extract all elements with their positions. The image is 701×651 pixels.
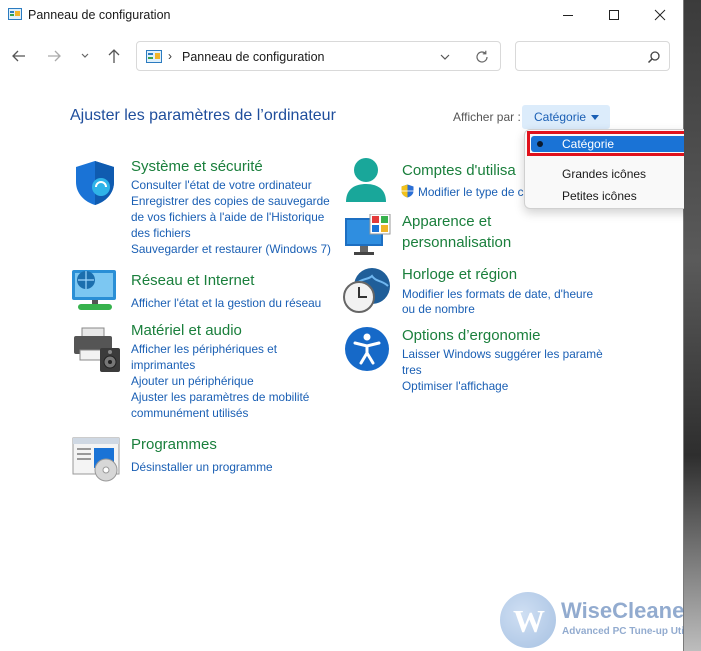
minimize-button[interactable] <box>545 0 591 30</box>
menu-item-small-icons[interactable]: Petites icônes <box>562 189 637 203</box>
category-link[interactable]: de vos fichiers à l'aide de l'Historique <box>131 209 324 225</box>
up-button[interactable] <box>104 46 124 66</box>
category-link[interactable]: Laisser Windows suggérer les paramè <box>402 346 603 362</box>
programs-disc-icon[interactable] <box>72 436 122 482</box>
arrow-up-icon <box>108 49 120 63</box>
category-title[interactable]: Réseau et Internet <box>131 271 254 291</box>
category-title-line[interactable]: Apparence et <box>402 212 491 232</box>
address-bar[interactable]: › Panneau de configuration <box>136 41 501 71</box>
arrow-left-icon <box>12 50 25 62</box>
category-link[interactable]: imprimantes <box>131 357 195 373</box>
category-link[interactable]: communément utilisés <box>131 405 248 421</box>
category-link[interactable]: ou de nombre <box>402 301 475 317</box>
close-icon <box>654 9 666 21</box>
category-title[interactable]: Comptes d'utilisa <box>402 161 516 181</box>
network-globe-icon[interactable] <box>70 266 120 316</box>
category-link[interactable]: Ajouter un périphérique <box>131 373 254 389</box>
category-link[interactable]: Afficher l'état et la gestion du réseau <box>131 295 321 311</box>
watermark-letter: W <box>513 603 545 639</box>
category-link[interactable]: Modifier les formats de date, d'heure <box>402 286 593 302</box>
category-link[interactable]: Ajuster les paramètres de mobilité <box>131 389 309 405</box>
category-title-line[interactable]: personnalisation <box>402 233 511 253</box>
annotation-highlight-box <box>527 131 697 156</box>
category-link[interactable]: Modifier le type de c <box>418 184 524 200</box>
category-title[interactable]: Système et sécurité <box>131 157 263 177</box>
forward-button[interactable] <box>44 46 64 66</box>
category-title[interactable]: Horloge et région <box>402 265 517 285</box>
breadcrumb-separator: › <box>168 49 172 63</box>
refresh-icon[interactable] <box>474 49 490 65</box>
watermark-tagline: Advanced PC Tune-up Utilit <box>562 626 693 637</box>
control-panel-icon <box>146 50 162 63</box>
accessibility-icon[interactable] <box>344 326 390 372</box>
category-link[interactable]: des fichiers <box>131 225 191 241</box>
shield-icon[interactable] <box>73 160 117 206</box>
view-by-value: Catégorie <box>534 110 587 124</box>
category-link[interactable]: Sauvegarder et restaurer (Windows 7) <box>131 241 331 257</box>
user-account-icon[interactable] <box>344 156 388 204</box>
watermark-name: WiseCleane <box>561 598 685 623</box>
appearance-monitor-icon[interactable] <box>344 214 392 258</box>
control-panel-app-icon <box>8 8 22 20</box>
category-title[interactable]: Programmes <box>131 435 217 455</box>
title-bar: Panneau de configuration <box>0 0 683 30</box>
desktop-background <box>684 0 701 651</box>
search-box[interactable] <box>515 41 670 71</box>
menu-item-large-icons[interactable]: Grandes icônes <box>562 167 646 181</box>
uac-shield-icon <box>401 184 414 198</box>
search-icon <box>647 51 660 64</box>
category-link[interactable]: Enregistrer des copies de sauvegarde <box>131 193 330 209</box>
dropdown-triangle-icon <box>591 115 599 120</box>
minimize-icon <box>563 15 573 16</box>
view-by-dropdown[interactable]: Catégorie <box>522 105 610 129</box>
window-title: Panneau de configuration <box>28 8 171 22</box>
view-by-label: Afficher par : <box>453 110 521 124</box>
control-panel-window: Panneau de configuration › Panneau de co… <box>0 0 699 651</box>
breadcrumb-control-panel[interactable]: Panneau de configuration <box>182 50 324 64</box>
category-link[interactable]: Afficher les périphériques et <box>131 341 277 357</box>
chevron-down-icon <box>81 53 89 58</box>
category-link[interactable]: Désinstaller un programme <box>131 459 273 475</box>
watermark-logo: W <box>500 592 556 648</box>
recent-locations-button[interactable] <box>76 46 96 66</box>
back-button[interactable] <box>9 46 29 66</box>
clock-globe-icon[interactable] <box>342 266 392 316</box>
maximize-icon <box>609 10 619 20</box>
close-button[interactable] <box>637 0 683 30</box>
maximize-button[interactable] <box>591 0 637 30</box>
chevron-down-icon[interactable] <box>439 52 451 62</box>
category-link[interactable]: tres <box>402 362 422 378</box>
printer-speaker-icon[interactable] <box>72 326 122 372</box>
category-title[interactable]: Options d’ergonomie <box>402 326 540 346</box>
category-title[interactable]: Matériel et audio <box>131 321 242 341</box>
arrow-right-icon <box>48 50 61 62</box>
category-link[interactable]: Optimiser l'affichage <box>402 378 508 394</box>
category-link[interactable]: Consulter l'état de votre ordinateur <box>131 177 312 193</box>
page-title: Ajuster les paramètres de l’ordinateur <box>70 107 336 124</box>
